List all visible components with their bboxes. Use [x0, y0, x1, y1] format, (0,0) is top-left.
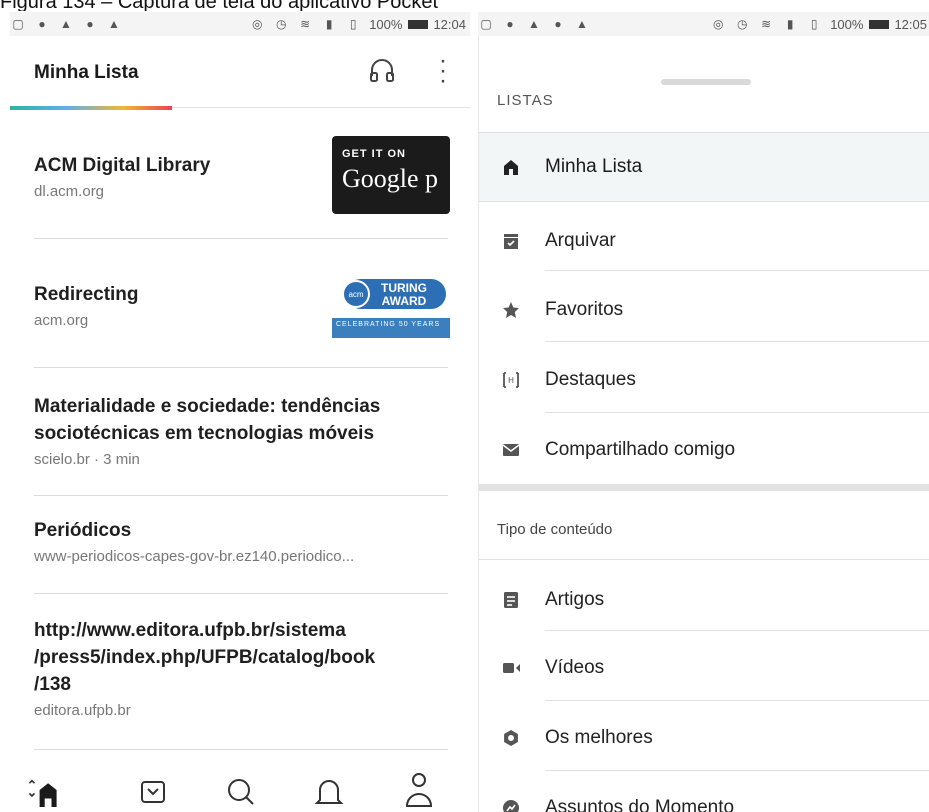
video-icon [503, 663, 520, 673]
divider [479, 201, 929, 202]
check-circle-icon: ● [86, 16, 94, 31]
section-divider [479, 484, 929, 491]
clock: 12:05 [894, 16, 927, 32]
menu-item-compartilhado[interactable]: Compartilhado comigo [479, 416, 929, 484]
menu-item-destaques[interactable]: H Destaques [479, 346, 929, 414]
turing-award-logo: acm TURING AWARD [342, 279, 446, 309]
list-item[interactable]: Materialidade e sociedade: tendências so… [34, 393, 448, 468]
page-title: Minha Lista [34, 62, 139, 83]
menu-item-videos[interactable]: Vídeos [479, 634, 929, 702]
thumbnail-turing-award: acm TURING AWARD CELEBRATING 50 YEARS [332, 275, 450, 342]
svg-text:acm: acm [348, 290, 363, 299]
turing-strip: CELEBRATING 50 YEARS [332, 318, 450, 338]
more-options-icon[interactable]: · · · [435, 49, 451, 93]
divider [34, 593, 448, 594]
mail-icon [502, 444, 520, 456]
wifi-icon: ≋ [300, 16, 311, 31]
list-item[interactable]: Periódicos www-periodicos-capes-gov-br.e… [34, 517, 448, 565]
pocket-tab-icon[interactable] [136, 770, 170, 810]
menu-item-artigos[interactable]: Artigos [479, 566, 929, 634]
best-icon [504, 730, 518, 746]
signal2-icon: ▯ [810, 16, 818, 31]
check-circle-icon: ● [554, 16, 562, 31]
image-icon: ▢ [480, 16, 492, 31]
lists-drawer: LISTAS Minha Lista Arquivar Favoritos H … [478, 36, 929, 812]
menu-item-os-melhores[interactable]: Os melhores [479, 704, 929, 772]
divider [545, 630, 929, 631]
warning-icon: ▲ [576, 16, 588, 31]
alarm-icon: ◷ [736, 16, 748, 31]
chat-icon: ● [506, 16, 514, 31]
menu-item-favoritos[interactable]: Favoritos [479, 276, 929, 344]
divider [545, 700, 929, 701]
battery-percent: 100% [830, 16, 864, 32]
figure-caption: Figura 134 – Captura de tela do aplicati… [0, 0, 439, 11]
status-bar-right: ▢ ● ▲ ● ▲ ◎ ◷ ≋ ▮ ▯ 100% 12:05 [478, 12, 929, 36]
divider [34, 749, 448, 750]
chat-icon: ● [38, 16, 46, 31]
divider [545, 412, 929, 413]
image-icon: ▢ [12, 16, 24, 31]
menu-item-minha-lista[interactable]: Minha Lista [479, 133, 929, 201]
sync-icon: ◎ [712, 16, 724, 31]
svg-text:H: H [508, 376, 514, 385]
search-tab-icon[interactable] [223, 770, 257, 810]
svg-text:AWARD: AWARD [382, 294, 427, 308]
warning-icon: ▲ [108, 16, 120, 31]
battery-icon [869, 19, 890, 29]
signal-icon: ▮ [786, 16, 794, 31]
star-icon [503, 302, 519, 318]
tab-indicator [10, 106, 172, 110]
signal-icon: ▮ [325, 16, 333, 31]
highlight-icon: H [503, 372, 519, 388]
divider [545, 341, 929, 342]
list-item-title: http://www.editora.ufpb.br/sistema /pres… [34, 620, 376, 695]
battery-percent: 100% [369, 16, 403, 32]
home-tab-icon[interactable] [26, 770, 60, 810]
divider [545, 270, 929, 271]
sync-icon: ◎ [251, 16, 263, 31]
home-icon [504, 160, 518, 175]
clock: 12:04 [433, 16, 466, 32]
menu-item-arquivar[interactable]: Arquivar [479, 207, 929, 275]
signal2-icon: ▯ [349, 16, 357, 31]
notifications-tab-icon[interactable] [312, 770, 346, 810]
thumbnail-google-play: GET IT ON Google p [332, 136, 450, 214]
alarm-icon: ◷ [275, 16, 287, 31]
warning-mm-icon: ▲ [60, 16, 72, 31]
trending-icon [503, 800, 519, 812]
warning-mm-icon: ▲ [528, 16, 540, 31]
divider [34, 238, 448, 239]
drag-handle[interactable] [661, 79, 751, 85]
menu-item-assuntos[interactable]: Assuntos do Momento [479, 774, 929, 812]
profile-tab-icon[interactable] [402, 770, 436, 810]
list-item[interactable]: http://www.editora.ufpb.br/sistema /pres… [34, 617, 448, 719]
battery-icon [408, 19, 429, 29]
divider [479, 559, 929, 560]
bottom-navigation [10, 770, 470, 812]
divider [34, 495, 448, 496]
wifi-icon: ≋ [761, 16, 772, 31]
article-icon [504, 592, 518, 608]
my-list-screen: Minha Lista · · · ACM Digital Library dl.a… [10, 36, 470, 812]
section-header-content-type: Tipo de conteúdo [497, 521, 613, 538]
section-header-lists: LISTAS [497, 92, 554, 107]
archive-icon [504, 234, 518, 249]
svg-text:TURING: TURING [381, 281, 427, 295]
status-bar-left: ▢ ● ▲ ● ▲ ◎ ◷ ≋ ▮ ▯ 100% 12:04 [10, 12, 470, 36]
divider [545, 770, 929, 771]
headphones-icon[interactable] [368, 56, 396, 84]
app-bar: Minha Lista · · · [10, 36, 470, 110]
divider [34, 367, 448, 368]
